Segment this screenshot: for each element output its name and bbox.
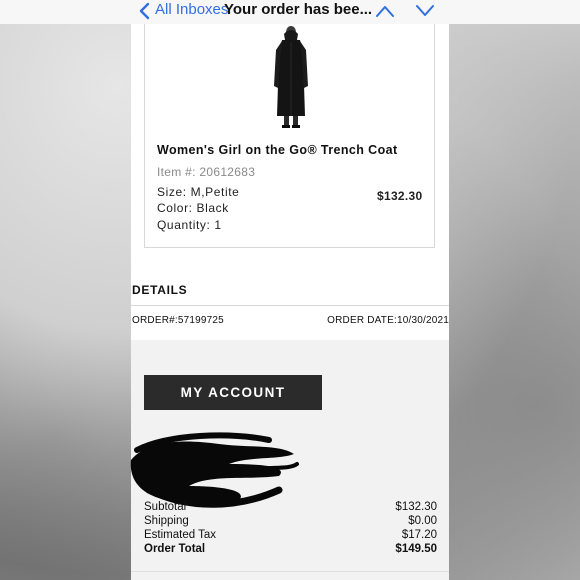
chevron-up-icon[interactable] (374, 3, 396, 19)
order-number: ORDER#:57199725 (132, 315, 224, 326)
order-total-label: Order Total (144, 543, 206, 555)
subtotal-value: $132.30 (395, 501, 437, 513)
trench-coat-product-image[interactable] (261, 24, 321, 128)
details-heading: DETAILS (132, 283, 188, 297)
chevron-down-icon[interactable] (414, 3, 436, 19)
product-quantity: Quantity: 1 (157, 218, 222, 232)
order-totals: Subtotal $132.30 Shipping $0.00 Estimate… (144, 501, 437, 557)
my-account-button[interactable]: MY ACCOUNT (144, 375, 322, 410)
details-divider (131, 305, 449, 306)
chevron-left-icon[interactable] (137, 2, 153, 20)
back-to-all-inboxes-link[interactable]: All Inboxes (155, 1, 228, 18)
shipping-value: $0.00 (408, 515, 437, 527)
account-and-totals-panel: MY ACCOUNT Subtotal $132.30 Shipping $0.… (130, 340, 449, 580)
product-size: Size: M,Petite (157, 185, 240, 199)
estimated-tax-label: Estimated Tax (144, 529, 217, 541)
totals-row-order-total: Order Total $149.50 (144, 543, 437, 557)
product-card: Women's Girl on the Go® Trench Coat Item… (144, 24, 435, 248)
totals-row-shipping: Shipping $0.00 (144, 515, 437, 529)
product-price: $132.30 (377, 189, 423, 203)
email-body: Women's Girl on the Go® Trench Coat Item… (130, 24, 449, 580)
totals-row-subtotal: Subtotal $132.30 (144, 501, 437, 515)
order-date: ORDER DATE:10/30/2021 (327, 315, 449, 326)
item-number: Item #: 20612683 (157, 165, 256, 179)
redaction-scribble (130, 432, 299, 508)
estimated-tax-value: $17.20 (401, 529, 437, 541)
subtotal-label: Subtotal (144, 501, 187, 513)
product-color: Color: Black (157, 201, 229, 215)
bottom-divider (131, 571, 449, 572)
order-total-value: $149.50 (395, 543, 437, 555)
totals-row-tax: Estimated Tax $17.20 (144, 529, 437, 543)
product-name[interactable]: Women's Girl on the Go® Trench Coat (157, 143, 398, 157)
email-subject-title: Your order has bee... (224, 1, 373, 18)
mail-navigation-bar: All Inboxes Your order has bee... (0, 0, 580, 24)
shipping-label: Shipping (144, 515, 189, 527)
